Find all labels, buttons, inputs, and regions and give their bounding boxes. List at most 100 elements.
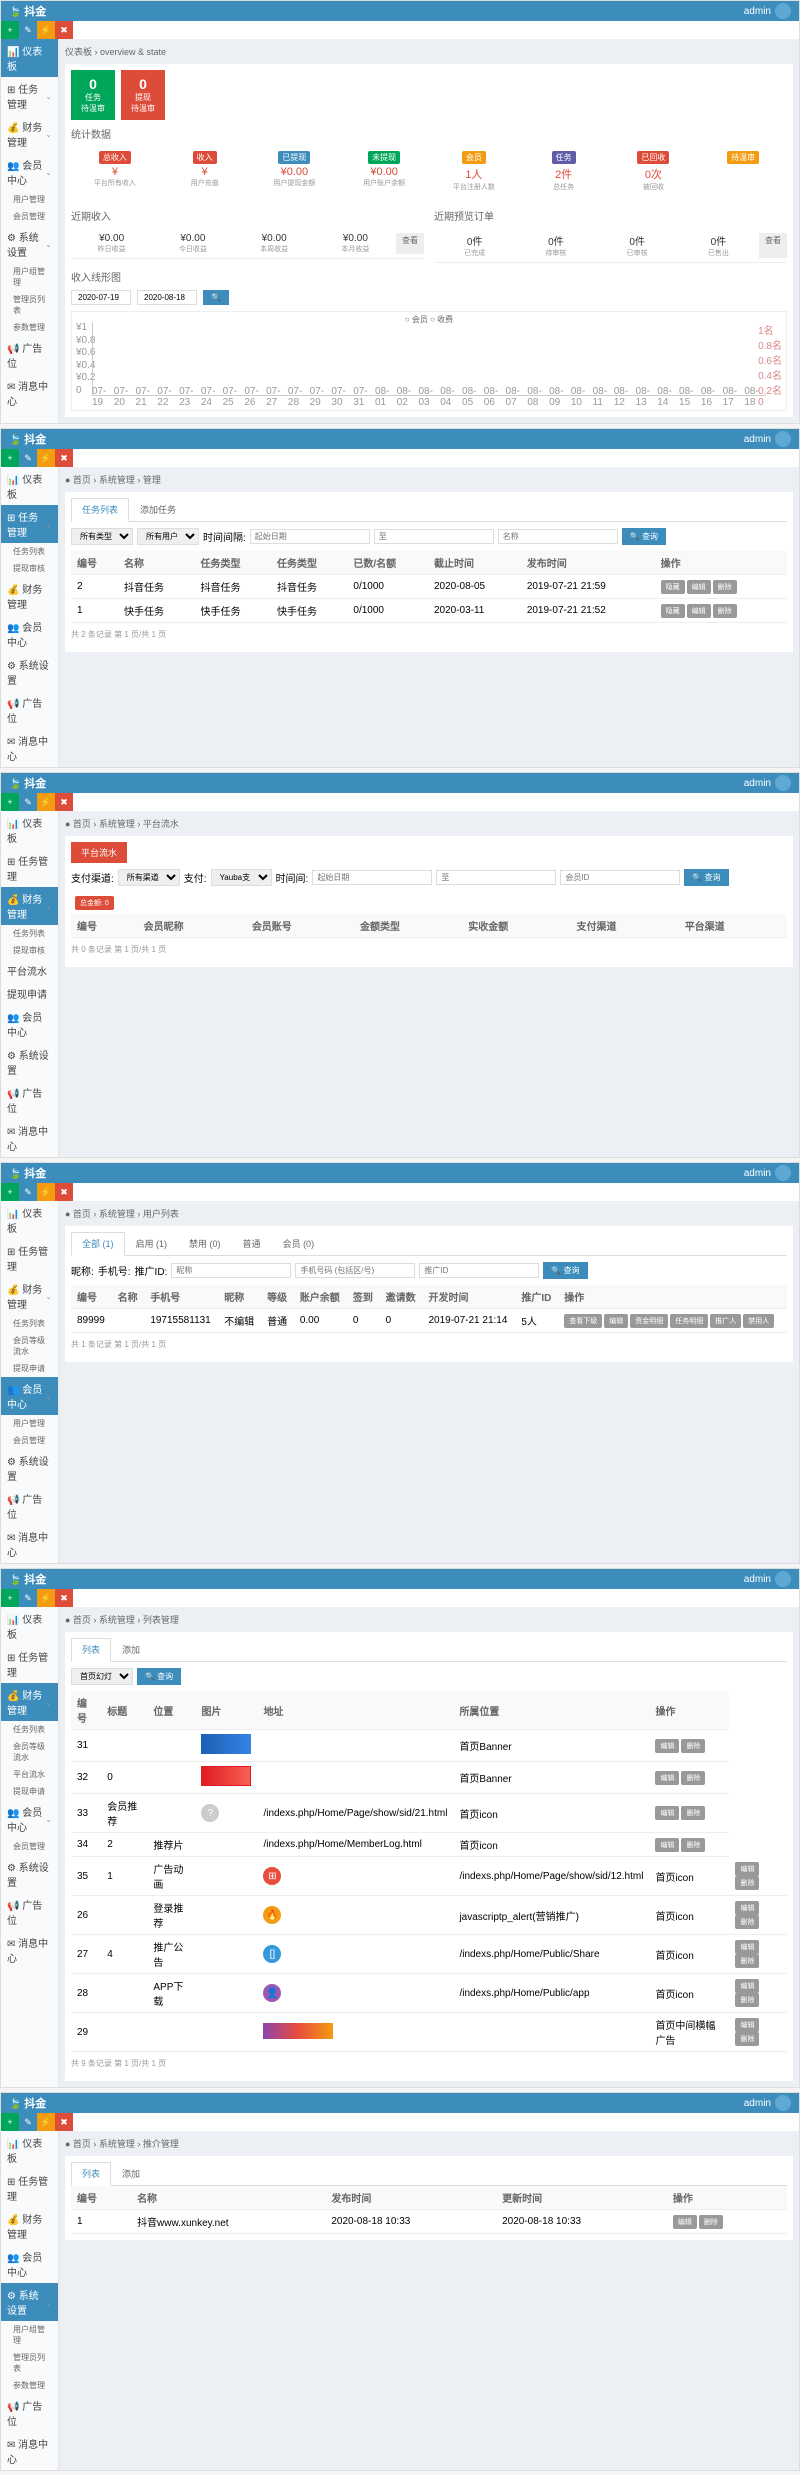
sidebar-subitem[interactable]: 会员等级流水 xyxy=(1,1332,58,1360)
action-button[interactable]: 编辑 xyxy=(735,2018,759,2032)
tab[interactable]: 平台流水 xyxy=(71,842,127,863)
sidebar-item[interactable]: 📢 广告位 xyxy=(1,2394,58,2432)
filter-input[interactable] xyxy=(171,1263,291,1278)
action-button[interactable]: 编辑 xyxy=(673,2215,697,2229)
sidebar-item[interactable]: 📊 仪表板 xyxy=(1,467,58,505)
sidebar-item[interactable]: ⚙ 系统设置 xyxy=(1,653,58,691)
sidebar-subitem[interactable]: 用户管理 xyxy=(1,1415,58,1432)
action-button[interactable]: 删除 xyxy=(713,580,737,594)
sidebar-item[interactable]: ⚙ 系统设置 xyxy=(1,1855,58,1893)
sidebar-item[interactable]: 👥 会员中心 xyxy=(1,615,58,653)
user-info[interactable]: admin xyxy=(744,3,791,19)
sidebar-subitem[interactable]: 会员等级流水 xyxy=(1,1738,58,1766)
ab-add-icon[interactable]: + xyxy=(1,449,19,467)
action-button[interactable]: 禁用人 xyxy=(743,1314,774,1328)
ab-add-icon[interactable]: + xyxy=(1,1589,19,1607)
tab[interactable]: 列表 xyxy=(71,2162,111,2186)
ab-edit-icon[interactable]: ✎ xyxy=(19,1589,37,1607)
user-info[interactable]: admin xyxy=(744,2095,791,2111)
search-button[interactable]: 🔍 xyxy=(203,290,229,305)
sidebar-subitem[interactable]: 提现申请 xyxy=(1,1783,58,1800)
ab-edit-icon[interactable]: ✎ xyxy=(19,1183,37,1201)
sidebar-item[interactable]: ✉ 消息中心 xyxy=(1,1931,58,1969)
search-button[interactable]: 🔍 查询 xyxy=(137,1668,181,1685)
sidebar-item[interactable]: 📊 仪表板 xyxy=(1,811,58,849)
sidebar-subitem[interactable]: 参数管理 xyxy=(1,319,58,336)
ab-edit-icon[interactable]: ✎ xyxy=(19,21,37,39)
tab[interactable]: 会员 (0) xyxy=(272,1232,326,1255)
tab[interactable]: 任务列表 xyxy=(71,498,129,522)
sidebar-subitem[interactable]: 任务列表 xyxy=(1,925,58,942)
filter-select2[interactable]: 所有用户 xyxy=(137,528,199,545)
action-button[interactable]: 删除 xyxy=(681,1838,705,1852)
user-info[interactable]: admin xyxy=(744,431,791,447)
sidebar-item[interactable]: 👥 会员中心⌄ xyxy=(1,1377,58,1415)
action-button[interactable]: 编辑 xyxy=(655,1739,679,1753)
sidebar-item[interactable]: 📊 仪表板 xyxy=(1,1607,58,1645)
view-button[interactable]: 查看 xyxy=(759,233,787,258)
tab[interactable]: 添加任务 xyxy=(129,498,187,521)
sidebar-item[interactable]: 💰 财务管理⌄ xyxy=(1,1277,58,1315)
ab-del-icon[interactable]: ✖ xyxy=(55,21,73,39)
sidebar-subitem[interactable]: 会员管理 xyxy=(1,1432,58,1449)
action-button[interactable]: 删除 xyxy=(713,604,737,618)
user-info[interactable]: admin xyxy=(744,775,791,791)
ab-add-icon[interactable]: + xyxy=(1,2113,19,2131)
action-button[interactable]: 编辑 xyxy=(735,1862,759,1876)
action-button[interactable]: 隐藏 xyxy=(661,604,685,618)
sidebar-item[interactable]: 👥 会员中心⌄ xyxy=(1,153,58,191)
sidebar-item[interactable]: ⚙ 系统设置⌄ xyxy=(1,2283,58,2321)
action-button[interactable]: 隐藏 xyxy=(661,580,685,594)
sidebar-subitem[interactable]: 任务列表 xyxy=(1,543,58,560)
sidebar-item[interactable]: ⚙ 系统设置 xyxy=(1,1043,58,1081)
action-button[interactable]: 编辑 xyxy=(604,1314,628,1328)
sidebar-item[interactable]: 📢 广告位 xyxy=(1,336,58,374)
sidebar-subitem[interactable]: 参数管理 xyxy=(1,2377,58,2394)
sidebar-item[interactable]: ⚙ 系统设置 xyxy=(1,1449,58,1487)
ab-warn-icon[interactable]: ⚡ xyxy=(37,2113,55,2131)
ab-warn-icon[interactable]: ⚡ xyxy=(37,21,55,39)
sidebar-item[interactable]: 提现申请 xyxy=(1,982,58,1005)
action-button[interactable]: 查看下级 xyxy=(564,1314,602,1328)
sidebar-item[interactable]: 📊 仪表板 xyxy=(1,1201,58,1239)
sidebar-item[interactable]: 👥 会员中心 xyxy=(1,2245,58,2283)
sidebar-item[interactable]: ⊞ 任务管理 xyxy=(1,1239,58,1277)
ab-warn-icon[interactable]: ⚡ xyxy=(37,1183,55,1201)
ab-add-icon[interactable]: + xyxy=(1,21,19,39)
ab-add-icon[interactable]: + xyxy=(1,793,19,811)
filter-input[interactable] xyxy=(312,870,432,885)
tab[interactable]: 添加 xyxy=(111,1638,151,1661)
sidebar-item[interactable]: 💰 财务管理⌄ xyxy=(1,115,58,153)
date-to-input[interactable] xyxy=(137,290,197,305)
sidebar-subitem[interactable]: 提现审核 xyxy=(1,942,58,959)
ab-add-icon[interactable]: + xyxy=(1,1183,19,1201)
sidebar-item[interactable]: 📊 仪表板 xyxy=(1,2131,58,2169)
ab-del-icon[interactable]: ✖ xyxy=(55,449,73,467)
action-button[interactable]: 编辑 xyxy=(687,580,711,594)
sidebar-item[interactable]: ⊞ 任务管理 xyxy=(1,2169,58,2207)
search-button[interactable]: 🔍 查询 xyxy=(622,528,666,545)
action-button[interactable]: 删除 xyxy=(735,1954,759,1968)
filter-select[interactable]: 所有渠道 xyxy=(118,869,180,886)
sidebar-subitem[interactable]: 会员管理 xyxy=(1,1838,58,1855)
action-button[interactable]: 删除 xyxy=(735,1876,759,1890)
action-button[interactable]: 任务明细 xyxy=(670,1314,708,1328)
sidebar-item[interactable]: ⊞ 任务管理⌄ xyxy=(1,77,58,115)
tab[interactable]: 启用 (1) xyxy=(125,1232,179,1255)
ab-del-icon[interactable]: ✖ xyxy=(55,1183,73,1201)
sidebar-item[interactable]: ✉ 消息中心 xyxy=(1,1119,58,1157)
ab-warn-icon[interactable]: ⚡ xyxy=(37,449,55,467)
sidebar-item[interactable]: 💰 财务管理 xyxy=(1,2207,58,2245)
action-button[interactable]: 删除 xyxy=(735,2032,759,2046)
sidebar-subitem[interactable]: 任务列表 xyxy=(1,1315,58,1332)
filter-input[interactable] xyxy=(250,529,370,544)
ab-warn-icon[interactable]: ⚡ xyxy=(37,1589,55,1607)
action-button[interactable]: 编辑 xyxy=(655,1806,679,1820)
action-button[interactable]: 删除 xyxy=(735,1915,759,1929)
ab-edit-icon[interactable]: ✎ xyxy=(19,449,37,467)
sidebar-subitem[interactable]: 管理员列表 xyxy=(1,291,58,319)
filter-select[interactable]: 首页幻灯 xyxy=(71,1668,133,1685)
action-button[interactable]: 编辑 xyxy=(735,1901,759,1915)
date-from-input[interactable] xyxy=(71,290,131,305)
sidebar-item[interactable]: 📢 广告位 xyxy=(1,1081,58,1119)
